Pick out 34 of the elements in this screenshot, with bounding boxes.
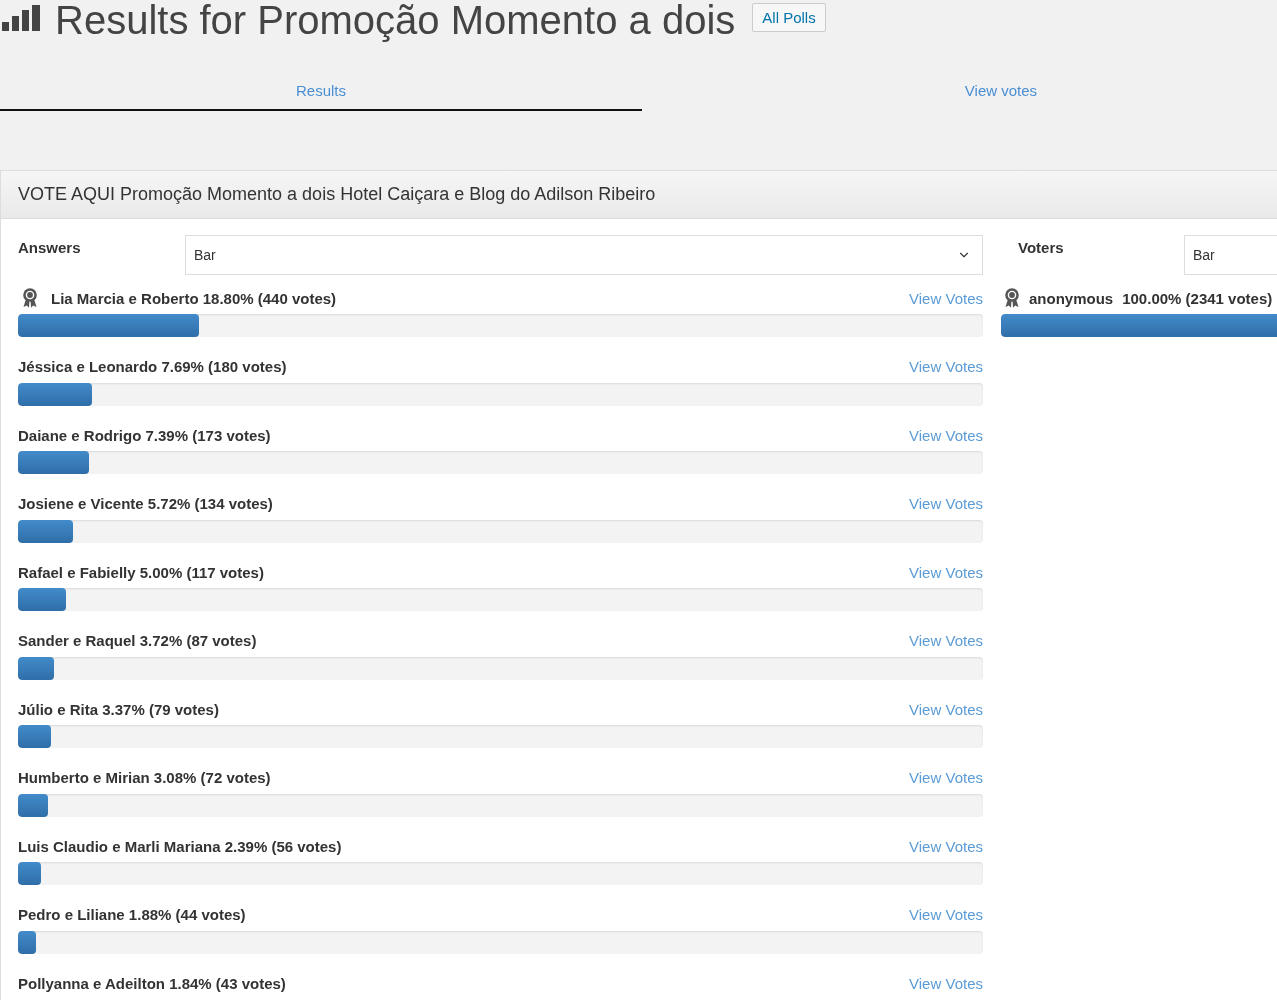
view-votes-link[interactable]: View Votes [909, 974, 983, 992]
answer-result: Pedro e Liliane 1.88% (44 votes) [18, 906, 246, 923]
view-votes-link[interactable]: View Votes [909, 289, 983, 307]
answer-result: Jéssica e Leonardo 7.69% (180 votes) [18, 358, 287, 375]
tab[interactable]: View votes [642, 71, 1277, 111]
answer-result: Sander e Raquel 3.72% (87 votes) [18, 632, 257, 649]
view-votes-link[interactable]: View Votes [909, 700, 983, 718]
chart-type-select[interactable]: Bar [185, 235, 983, 275]
answer-result: Humberto e Mirian 3.08% (72 votes) [18, 769, 271, 786]
answer-result: Rafael e Fabielly 5.00% (117 votes) [18, 563, 264, 581]
view-votes-link[interactable]: View Votes [909, 495, 983, 512]
voter-result: 100.00% (2341 votes) [1122, 289, 1273, 307]
page-title: Results for Promoção Momento a dois [55, 0, 736, 40]
view-votes-link[interactable]: View Votes [909, 837, 983, 855]
view-votes-link[interactable]: View Votes [909, 358, 983, 375]
voters-label: Voters [1017, 238, 1065, 257]
all-polls-button[interactable]: All Polls [752, 3, 826, 32]
view-votes-link[interactable]: View Votes [909, 632, 983, 649]
chart-type-select[interactable]: Bar [1184, 235, 1277, 275]
bar-chart-icon [2, 5, 42, 31]
answer-result: Luis Claudio e Marli Mariana 2.39% (56 votes) [18, 837, 342, 855]
answer-result: Júlio e Rita 3.37% (79 votes) [18, 700, 219, 718]
voter-name: anonymous [1029, 289, 1114, 307]
answer-result: Josiene e Vicente 5.72% (134 votes) [18, 495, 273, 512]
poll-question: VOTE AQUI Promoção Momento a dois Hotel Caiçara e Blog do Adilson Ribeiro [1, 171, 1277, 219]
view-votes-link[interactable]: View Votes [909, 906, 983, 923]
answers-label: Answers [18, 238, 82, 257]
view-votes-link[interactable]: View Votes [909, 563, 983, 581]
tab[interactable]: Results [0, 71, 642, 111]
view-votes-link[interactable]: View Votes [909, 426, 983, 444]
answer-result: Daiane e Rodrigo 7.39% (173 votes) [18, 426, 271, 444]
answer-result: Lia Marcia e Roberto 18.80% (440 votes) [51, 289, 337, 307]
view-votes-link[interactable]: View Votes [909, 769, 983, 786]
answer-result: Pollyanna e Adeilton 1.84% (43 votes) [18, 974, 286, 992]
